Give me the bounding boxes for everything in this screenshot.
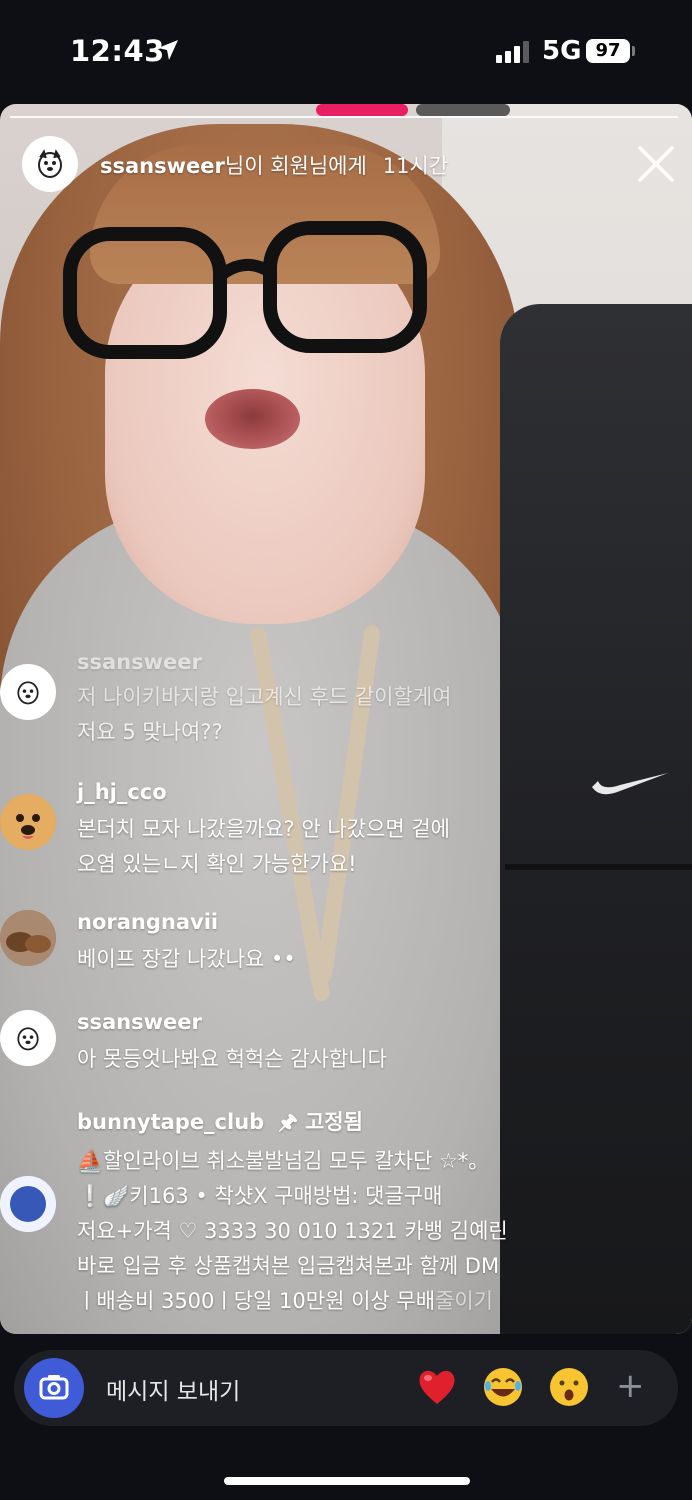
status-bar: 12:43 5G 97	[0, 0, 692, 104]
avatar[interactable]	[0, 794, 56, 850]
dog-avatar-icon	[38, 149, 62, 178]
bunnytape-logo-icon	[0, 1176, 56, 1232]
avatar[interactable]	[0, 910, 56, 966]
dogs-avatar-icon	[0, 910, 56, 966]
comment-line-last: ㅣ배송비 3500ㅣ당일 10만원 이상 무배줄이기	[77, 1284, 637, 1319]
comment-username: bunnytape_club 🖈 고정됨	[77, 1106, 363, 1143]
collapse-link[interactable]: 줄이기	[435, 1289, 493, 1313]
comment-username[interactable]: ssansweer	[77, 1010, 202, 1034]
message-input[interactable]: 메시지 보내기	[106, 1372, 240, 1406]
story-top-line	[10, 116, 678, 118]
story-subtitle: 님이 회원님에게	[224, 154, 367, 178]
plus-icon[interactable]: +	[616, 1368, 645, 1404]
story-title: ssansweer님이 회원님에게 11시간	[100, 150, 448, 180]
puppy-avatar-icon	[0, 794, 56, 850]
pinned-label: 고정됨	[304, 1110, 363, 1134]
swoosh-logo	[592, 773, 668, 795]
laughing-emoji-button[interactable]	[480, 1364, 526, 1410]
pinned-username[interactable]: bunnytape_club	[77, 1110, 264, 1134]
battery-icon: 97	[586, 39, 630, 63]
comment-line: ❕🪽키163 • 착샷X 구매방법: 댓글구매	[77, 1184, 443, 1208]
comment-text: 아 못등엇나봐요 헉헉슨 감사합니다	[77, 1042, 597, 1077]
comment-text: 저 나이키바지랑 입고계신 후드 같이할게여 저요 5 맞나여??	[77, 680, 597, 750]
story-username[interactable]: ssansweer	[100, 154, 225, 178]
comment-text: 베이프 장갑 나갔나요 ••	[77, 942, 597, 977]
signal-icon	[496, 41, 529, 63]
comment-line: ⛵할인라이브 취소불발넘김 모두 칼차단 ☆*。	[77, 1149, 490, 1173]
story-header: ssansweer님이 회원님에게 11시간	[0, 136, 692, 196]
avatar[interactable]	[0, 1176, 56, 1232]
close-icon[interactable]	[636, 144, 676, 184]
comment-line: 베이프 장갑 나갔나요 ••	[77, 947, 296, 971]
message-composer: 메시지 보내기 +	[14, 1350, 678, 1426]
location-arrow-icon	[158, 40, 178, 60]
camera-icon	[39, 1375, 69, 1400]
progress-segment-active	[316, 104, 408, 116]
dog-avatar-icon	[17, 681, 39, 705]
heart-emoji-button[interactable]	[414, 1364, 460, 1410]
progress-segment	[416, 104, 510, 116]
avatar[interactable]	[0, 664, 56, 720]
comment-line: 저 나이키바지랑 입고계신 후드 같이할게여	[77, 685, 452, 709]
story-time-ago: 11시간	[382, 154, 449, 178]
comment-line: 저요 5 맞나여??	[77, 720, 223, 744]
comment-username[interactable]: norangnavii	[77, 910, 218, 934]
battery-tip	[632, 46, 635, 56]
avatar[interactable]	[22, 136, 78, 192]
comment-line: ㅣ배송비 3500ㅣ당일 10만원 이상 무배	[77, 1289, 436, 1313]
comment-line: 아 못등엇나봐요 헉헉슨 감사합니다	[77, 1047, 387, 1071]
comment-text: ⛵할인라이브 취소불발넘김 모두 칼차단 ☆*。 ❕🪽키163 • 착샷X 구매…	[77, 1144, 637, 1319]
home-indicator[interactable]	[224, 1477, 470, 1485]
comment-line: 본더치 모자 나갔을까요? 안 나갔으면 겉에	[77, 817, 450, 841]
dog-avatar-icon	[17, 1027, 39, 1051]
surprised-emoji-button[interactable]	[546, 1364, 592, 1410]
glasses-filter	[63, 221, 427, 359]
status-time: 12:43	[70, 34, 165, 68]
comment-line: 오염 있는ㄴ지 확인 가능한가요!	[77, 852, 357, 876]
comment-username[interactable]: ssansweer	[77, 650, 202, 674]
camera-button[interactable]	[24, 1358, 84, 1418]
comment-text: 본더치 모자 나갔을까요? 안 나갔으면 겉에 오염 있는ㄴ지 확인 가능한가요…	[77, 812, 597, 882]
comment-username[interactable]: j_hj_cco	[77, 780, 167, 804]
network-type: 5G	[542, 36, 582, 66]
pin-icon: 🖈	[278, 1110, 298, 1134]
avatar[interactable]	[0, 1010, 56, 1066]
person-lips	[205, 389, 300, 449]
comment-line: 바로 입금 후 상품캡쳐본 입금캡쳐본과 함께 DM	[77, 1254, 500, 1278]
comment-line: 저요+가격 ♡ 3333 30 010 1321 카뱅 김예린	[77, 1219, 508, 1243]
